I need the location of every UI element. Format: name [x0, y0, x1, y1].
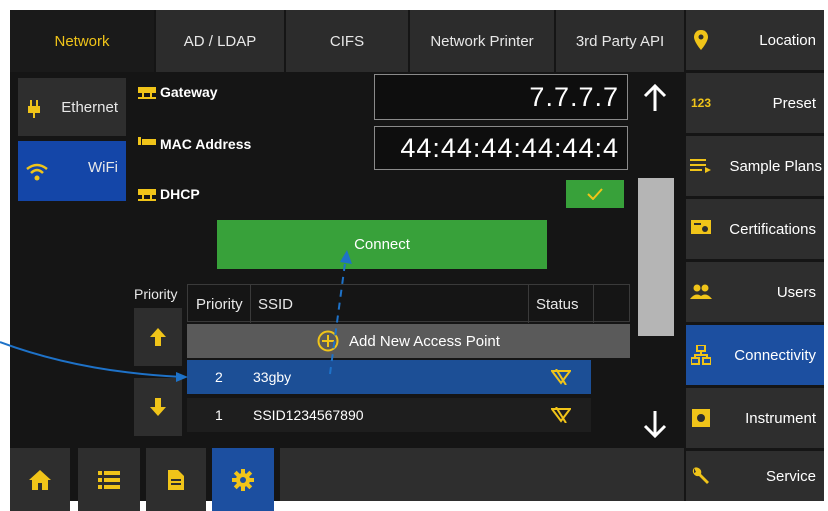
- mac-label-group: MAC Address: [138, 136, 251, 152]
- location-pin-icon: [694, 30, 708, 50]
- list-button[interactable]: [78, 448, 140, 511]
- priority-down-button[interactable]: [134, 378, 182, 436]
- priority-label: Priority: [134, 286, 178, 302]
- wifi-button[interactable]: WiFi: [18, 141, 126, 201]
- ethernet-label: Ethernet: [61, 98, 118, 116]
- dhcp-label-group: DHCP: [138, 186, 200, 202]
- dhcp-label: DHCP: [160, 186, 200, 202]
- ethernet-button[interactable]: Ethernet: [18, 78, 126, 136]
- column-header-priority: Priority: [196, 295, 243, 313]
- dhcp-checkbox[interactable]: [566, 180, 624, 208]
- nav-label: Users: [776, 283, 816, 301]
- row-priority: 1: [215, 407, 223, 423]
- row-ssid: SSID1234567890: [253, 407, 364, 423]
- document-icon: [168, 469, 184, 490]
- row-priority: 2: [215, 369, 223, 385]
- users-icon: [690, 284, 712, 299]
- scrollbar-thumb[interactable]: [638, 178, 674, 336]
- arrow-down-icon: [643, 411, 667, 438]
- gateway-label-group: Gateway: [138, 84, 218, 100]
- nav-label: Sample Plans: [729, 157, 822, 175]
- 123-icon: 123: [690, 96, 712, 110]
- tab-label: Network: [54, 32, 110, 50]
- nav-label: Service: [765, 467, 816, 485]
- wifi-disconnected-icon: [551, 369, 571, 385]
- nav-preset[interactable]: 123 Preset: [686, 73, 824, 133]
- network-icon: [691, 345, 711, 365]
- connect-label: Connect: [354, 236, 410, 253]
- document-button[interactable]: [146, 448, 206, 511]
- mac-value: 44:44:44:44:44:4: [400, 132, 619, 163]
- priority-up-button[interactable]: [134, 308, 182, 366]
- tab-ad-ldap[interactable]: AD / LDAP: [156, 10, 286, 72]
- ethernet-plug-icon: [28, 100, 40, 118]
- instrument-icon: [692, 409, 710, 427]
- mac-label: MAC Address: [160, 136, 252, 152]
- settings-button[interactable]: [212, 448, 274, 511]
- row-ssid: 33gby: [253, 369, 292, 385]
- nav-label: Connectivity: [734, 346, 816, 364]
- add-access-point-label: Add New Access Point: [349, 332, 500, 350]
- bottom-bar-empty: [280, 448, 684, 501]
- settings-gear-icon: [232, 468, 254, 491]
- mac-address-field: 44:44:44:44:44:4: [374, 126, 628, 170]
- table-header: Priority SSID Status: [187, 284, 630, 323]
- tab-label: 3rd Party API: [575, 32, 665, 50]
- nav-label: Instrument: [745, 409, 816, 427]
- tab-cifs[interactable]: CIFS: [286, 10, 410, 72]
- nav-label: Preset: [772, 94, 816, 112]
- nav-location[interactable]: Location: [686, 10, 824, 70]
- plus-circle-icon: [317, 330, 339, 352]
- nav-certifications[interactable]: Certifications: [686, 199, 824, 259]
- tab-3rd-party-api[interactable]: 3rd Party API: [556, 10, 684, 72]
- tab-label: AD / LDAP: [183, 32, 257, 50]
- tab-label: Network Printer: [430, 32, 534, 50]
- tab-label: CIFS: [329, 32, 365, 50]
- device-screen: Network AD / LDAP CIFS Network Printer 3…: [10, 10, 824, 511]
- nav-service[interactable]: Service: [686, 451, 824, 501]
- tab-network[interactable]: Network: [10, 10, 156, 72]
- checkmark-icon: [587, 188, 603, 200]
- wifi-label: WiFi: [88, 159, 118, 176]
- mac-address-icon: [138, 137, 156, 145]
- table-row[interactable]: 1 SSID1234567890: [187, 398, 591, 432]
- arrow-up-icon: [643, 84, 667, 111]
- home-button[interactable]: [10, 448, 70, 511]
- home-icon: [29, 469, 51, 490]
- list-icon: [98, 470, 120, 489]
- arrow-down-icon: [150, 398, 166, 416]
- arrow-up-icon: [150, 328, 166, 346]
- table-row[interactable]: 2 33gby: [187, 360, 591, 394]
- column-divider: [528, 285, 529, 323]
- column-divider: [593, 285, 594, 323]
- nav-instrument[interactable]: Instrument: [686, 388, 824, 448]
- list-arrow-icon: [690, 159, 711, 173]
- connect-button[interactable]: Connect: [217, 220, 547, 269]
- nav-label: Certifications: [729, 220, 816, 238]
- wifi-disconnected-icon: [551, 407, 571, 423]
- column-header-ssid: SSID: [258, 295, 294, 313]
- nav-connectivity[interactable]: Connectivity: [686, 325, 824, 385]
- gateway-label: Gateway: [160, 84, 218, 100]
- tab-network-printer[interactable]: Network Printer: [410, 10, 556, 72]
- network-device-icon: [138, 87, 156, 99]
- nav-users[interactable]: Users: [686, 262, 824, 322]
- scroll-up-button[interactable]: [636, 80, 674, 116]
- column-header-status: Status: [536, 295, 579, 313]
- gateway-input[interactable]: 7.7.7.7: [374, 74, 628, 120]
- certificate-icon: [691, 220, 711, 234]
- nav-sample-plans[interactable]: Sample Plans: [686, 136, 824, 196]
- network-device-icon: [138, 189, 156, 201]
- wrench-icon: [692, 467, 709, 484]
- wifi-icon: [26, 163, 48, 181]
- nav-label: Location: [759, 31, 816, 49]
- column-divider: [250, 285, 251, 323]
- add-access-point-button[interactable]: Add New Access Point: [187, 324, 630, 358]
- gateway-value: 7.7.7.7: [529, 81, 619, 112]
- scroll-down-button[interactable]: [636, 406, 674, 442]
